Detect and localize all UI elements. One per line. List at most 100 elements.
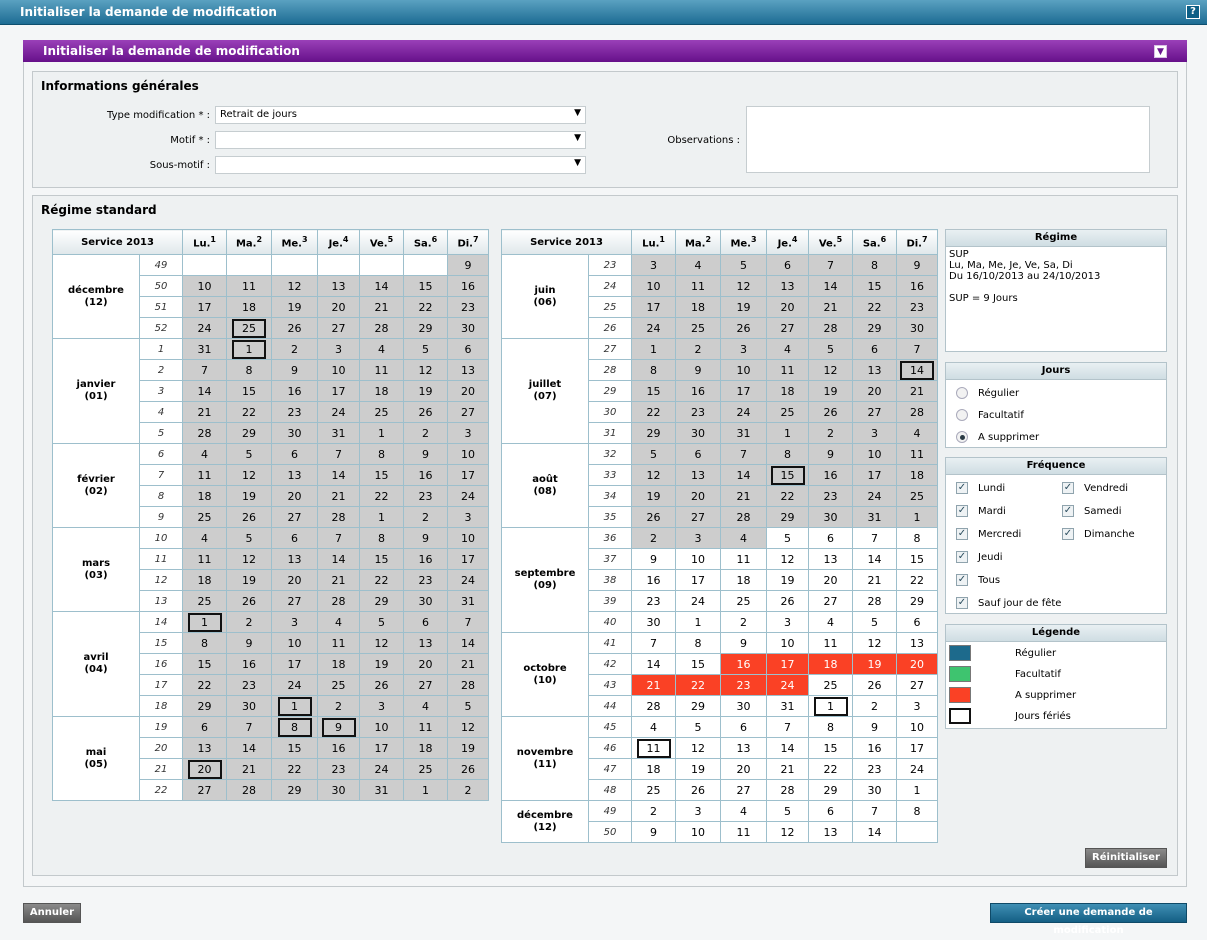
day-cell[interactable]: 11 [675, 275, 722, 297]
day-cell[interactable]: 3 [447, 506, 490, 528]
day-cell[interactable]: 10 [271, 632, 319, 654]
day-cell[interactable]: 8 [896, 800, 939, 822]
day-cell[interactable]: 16 [808, 464, 854, 486]
day-cell[interactable]: 4 [720, 800, 768, 822]
checkbox-checked-icon[interactable]: ✓ [1062, 505, 1074, 517]
frequence-checkbox[interactable]: ✓ Jeudi [956, 551, 1003, 563]
day-cell[interactable]: 18 [317, 653, 361, 675]
day-cell[interactable]: 16 [631, 569, 677, 591]
day-cell[interactable]: 29 [182, 695, 228, 717]
day-cell[interactable]: 18 [359, 380, 405, 402]
day-cell[interactable]: 31 [447, 590, 490, 612]
day-cell[interactable]: 30 [226, 695, 273, 717]
day-cell[interactable]: 28 [317, 506, 361, 528]
day-cell[interactable]: 16 [675, 380, 722, 402]
day-cell[interactable]: 2 [447, 779, 490, 801]
jours-radio-option[interactable]: Régulier [956, 387, 1019, 399]
day-cell[interactable]: 21 [720, 485, 768, 507]
day-cell[interactable]: 14 [359, 275, 405, 297]
day-cell[interactable]: 1 [896, 506, 939, 528]
day-cell[interactable]: 17 [675, 569, 722, 591]
day-cell[interactable]: 15 [182, 653, 228, 675]
day-cell[interactable]: 20 [808, 569, 854, 591]
jours-radio-option[interactable]: A supprimer [956, 431, 1039, 443]
day-cell[interactable]: 12 [631, 464, 677, 486]
panel-header[interactable]: Initialiser la demande de modification ▼ [23, 40, 1187, 62]
day-cell[interactable]: 29 [896, 590, 939, 612]
day-cell[interactable]: 18 [808, 653, 854, 675]
day-cell[interactable]: 18 [182, 485, 228, 507]
day-cell[interactable]: 3 [675, 527, 722, 549]
day-cell[interactable]: 13 [766, 275, 810, 297]
frequence-checkbox[interactable]: ✓ Mercredi [956, 528, 1021, 540]
day-cell[interactable]: 2 [852, 695, 898, 717]
day-cell[interactable]: 15 [852, 275, 898, 297]
day-cell[interactable]: 10 [447, 527, 490, 549]
day-cell[interactable]: 8 [852, 254, 898, 276]
day-cell[interactable]: 4 [675, 254, 722, 276]
day-cell[interactable]: 14 [447, 632, 490, 654]
day-cell[interactable]: 27 [852, 401, 898, 423]
day-cell[interactable]: 24 [359, 758, 405, 780]
day-cell[interactable]: 23 [317, 758, 361, 780]
day-cell[interactable]: 27 [271, 506, 319, 528]
day-cell[interactable]: 10 [675, 821, 722, 843]
day-cell[interactable]: 15 [403, 275, 449, 297]
checkbox-checked-icon[interactable]: ✓ [1062, 482, 1074, 494]
day-cell[interactable]: 1 [896, 779, 939, 801]
day-cell[interactable]: 11 [720, 821, 768, 843]
day-cell[interactable]: 22 [675, 674, 722, 696]
day-cell[interactable]: 11 [226, 275, 273, 297]
day-cell[interactable]: 12 [359, 632, 405, 654]
day-cell[interactable]: 7 [317, 443, 361, 465]
day-cell[interactable]: 14 [852, 548, 898, 570]
day-cell[interactable]: 4 [182, 443, 228, 465]
day-cell[interactable]: 13 [271, 548, 319, 570]
checkbox-checked-icon[interactable]: ✓ [956, 505, 968, 517]
checkbox-checked-icon[interactable]: ✓ [956, 528, 968, 540]
day-cell[interactable]: 12 [852, 632, 898, 654]
day-cell[interactable]: 6 [896, 611, 939, 633]
day-cell[interactable]: 24 [720, 401, 768, 423]
day-cell[interactable]: 25 [182, 506, 228, 528]
day-cell[interactable]: 23 [403, 569, 449, 591]
day-cell[interactable]: 9 [808, 443, 854, 465]
day-cell[interactable]: 21 [447, 653, 490, 675]
day-cell[interactable]: 15 [808, 737, 854, 759]
day-cell[interactable]: 19 [675, 758, 722, 780]
day-cell[interactable]: 28 [226, 779, 273, 801]
day-cell[interactable]: 20 [317, 296, 361, 318]
day-cell[interactable]: 27 [403, 674, 449, 696]
day-cell[interactable]: 3 [720, 338, 768, 360]
day-cell[interactable]: 29 [271, 779, 319, 801]
day-cell[interactable]: 5 [447, 695, 490, 717]
day-cell[interactable]: 1 [675, 611, 722, 633]
day-cell[interactable]: 21 [852, 569, 898, 591]
day-cell[interactable]: 7 [226, 716, 273, 738]
day-cell[interactable]: 6 [182, 716, 228, 738]
day-cell[interactable]: 17 [182, 296, 228, 318]
day-cell[interactable]: 12 [766, 821, 810, 843]
day-cell[interactable]: 5 [359, 611, 405, 633]
day-cell[interactable]: 31 [766, 695, 810, 717]
day-cell[interactable]: 24 [317, 401, 361, 423]
day-cell[interactable]: 2 [631, 527, 677, 549]
day-cell[interactable]: 26 [675, 779, 722, 801]
day-cell[interactable]: 2 [808, 422, 854, 444]
day-cell[interactable]: 25 [720, 590, 768, 612]
day-cell[interactable]: 11 [317, 632, 361, 654]
day-cell[interactable]: 24 [766, 674, 810, 696]
day-cell[interactable]: 3 [631, 254, 677, 276]
day-cell[interactable]: 7 [317, 527, 361, 549]
day-cell[interactable]: 30 [631, 611, 677, 633]
day-cell[interactable]: 22 [359, 569, 405, 591]
day-cell[interactable]: 18 [675, 296, 722, 318]
day-cell[interactable]: 21 [317, 485, 361, 507]
day-cell[interactable]: 4 [766, 338, 810, 360]
day-cell[interactable]: 30 [852, 779, 898, 801]
day-cell[interactable]: 15 [271, 737, 319, 759]
day-cell[interactable]: 31 [359, 779, 405, 801]
day-cell[interactable]: 23 [447, 296, 490, 318]
day-cell[interactable]: 1 [631, 338, 677, 360]
day-cell[interactable]: 21 [359, 296, 405, 318]
